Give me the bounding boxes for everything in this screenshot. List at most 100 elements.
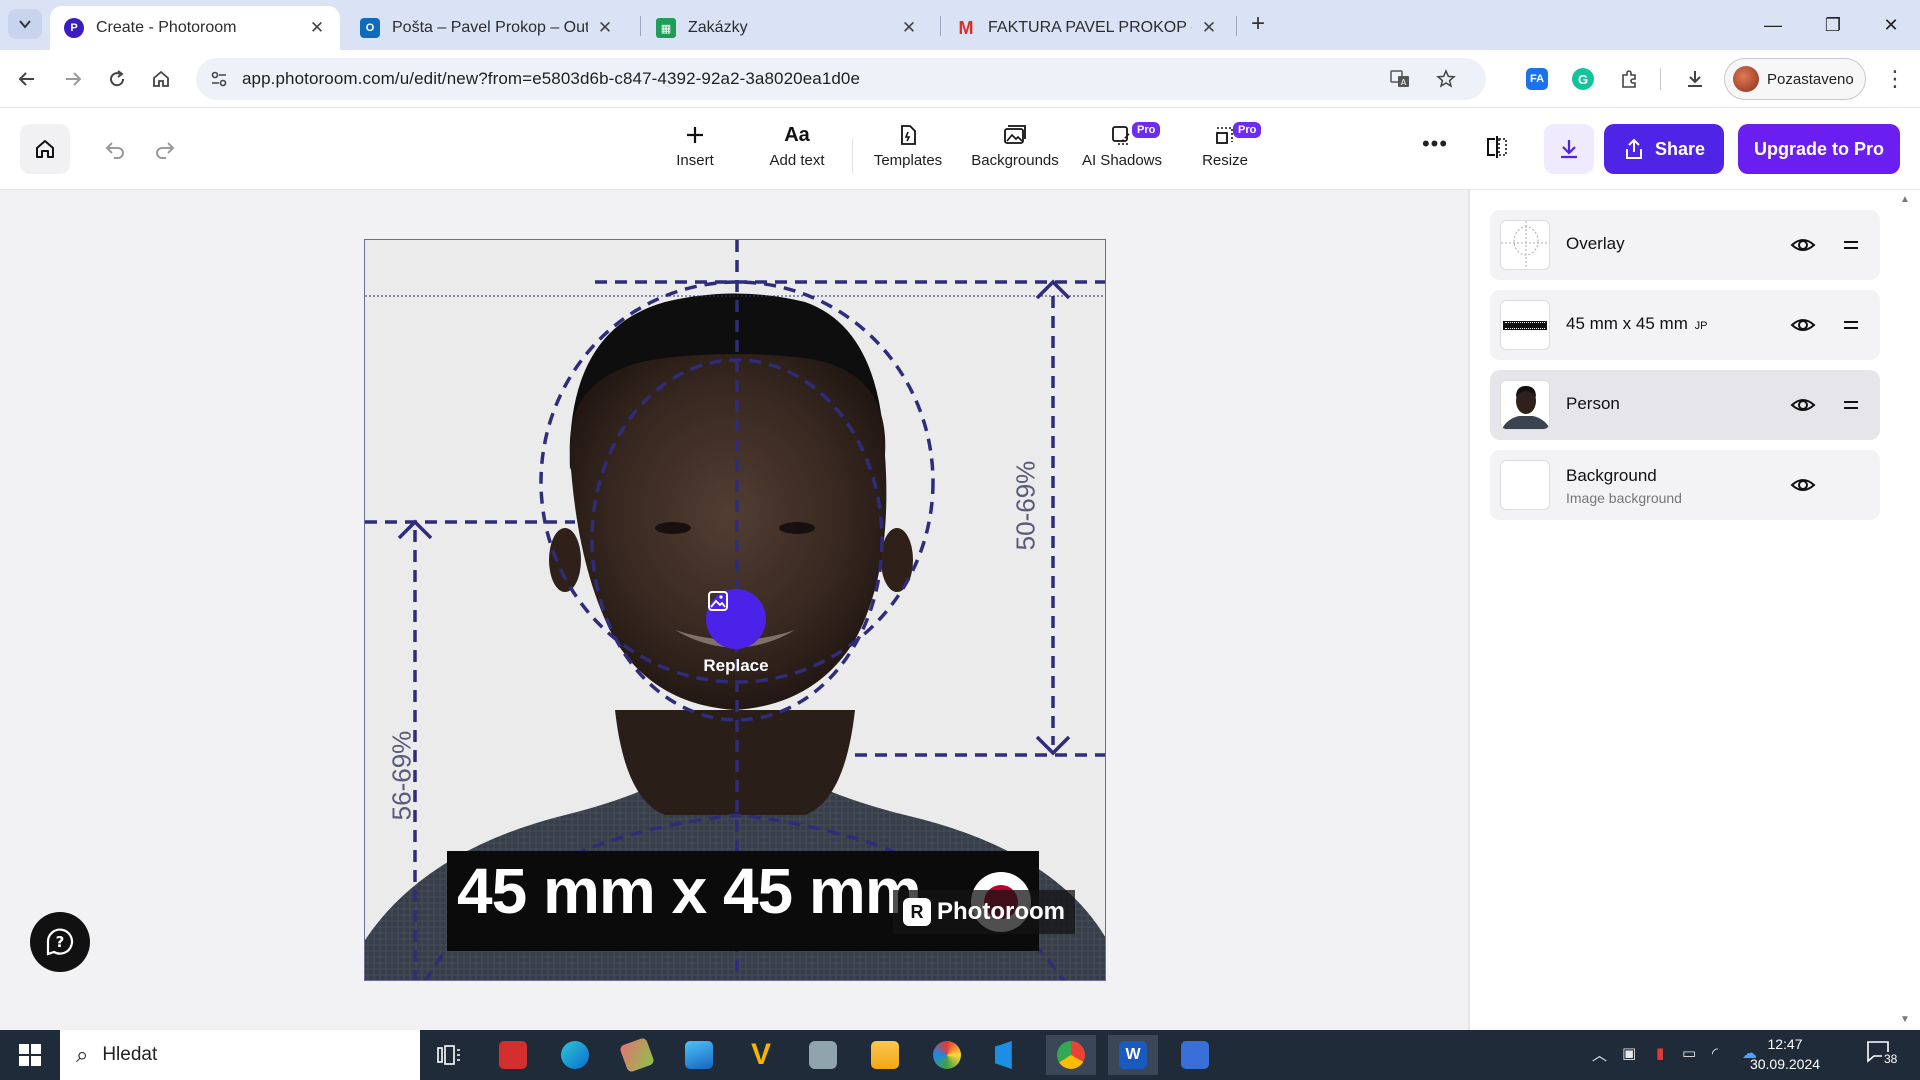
url-bar[interactable]: app.photoroom.com/u/edit/new?from=e5803d… <box>196 58 1486 100</box>
back-button[interactable] <box>12 64 42 94</box>
reload-button[interactable] <box>102 64 132 94</box>
extensions-button[interactable] <box>1614 64 1644 94</box>
drag-handle-icon[interactable] <box>1842 234 1860 256</box>
new-tab-button[interactable]: + <box>1244 10 1272 38</box>
taskbar-app-camera[interactable] <box>798 1035 848 1075</box>
chrome-icon <box>1057 1041 1085 1069</box>
undo-button[interactable] <box>98 132 132 166</box>
taskbar-app-calculator[interactable] <box>1170 1035 1220 1075</box>
photoroom-logo-icon: R <box>903 898 931 926</box>
search-icon: ⌕ <box>76 1042 89 1067</box>
forward-button[interactable] <box>58 64 88 94</box>
ai-shadows-tool[interactable]: AI Shadows Pro <box>1072 122 1172 178</box>
eye-icon[interactable] <box>1790 232 1816 258</box>
scroll-up-arrow[interactable]: ▲ <box>1900 194 1910 205</box>
drag-handle-icon[interactable] <box>1842 314 1860 336</box>
compare-button[interactable] <box>1484 134 1514 164</box>
taskbar-app-notes[interactable] <box>612 1035 662 1075</box>
taskbar-app-podcast[interactable] <box>488 1035 538 1075</box>
start-button[interactable] <box>0 1030 60 1080</box>
resize-label: Resize <box>1202 152 1248 169</box>
taskbar-search[interactable]: ⌕ Hledat <box>60 1030 420 1080</box>
bookmark-star-icon[interactable] <box>1436 69 1456 89</box>
close-tab-icon[interactable]: ✕ <box>900 18 918 38</box>
taskbar-app-paint[interactable] <box>922 1035 972 1075</box>
templates-tool[interactable]: Templates <box>858 122 958 178</box>
home-icon <box>153 70 169 87</box>
browser-tab-bar: P Create - Photoroom ✕ O Pošta – Pavel P… <box>0 0 1920 50</box>
task-view-button[interactable] <box>424 1035 474 1075</box>
close-tab-icon[interactable]: ✕ <box>596 18 614 38</box>
translate-icon[interactable]: A <box>1390 69 1410 89</box>
upgrade-button[interactable]: Upgrade to Pro <box>1738 124 1900 174</box>
add-text-tool[interactable]: Aa Add text <box>747 122 847 178</box>
taskbar-app-blue[interactable] <box>984 1035 1034 1075</box>
more-options-button[interactable]: ••• <box>1420 133 1450 164</box>
toolbar-divider <box>852 138 853 174</box>
person-thumb <box>1500 380 1550 430</box>
size-thumb <box>1500 300 1550 350</box>
close-tab-icon[interactable]: ✕ <box>1200 18 1218 38</box>
background-thumb <box>1500 460 1550 510</box>
tab-title: Zakázky <box>688 19 748 36</box>
tab-title: Create - Photoroom <box>96 19 237 36</box>
arrow-left-icon <box>18 72 34 86</box>
taskbar-app-explorer[interactable] <box>860 1035 910 1075</box>
clock[interactable]: 12:47 30.09.2024 <box>1740 1034 1830 1074</box>
pro-badge: Pro <box>1233 122 1262 138</box>
url-text: app.photoroom.com/u/edit/new?from=e5803d… <box>242 69 861 88</box>
scroll-down-arrow[interactable]: ▼ <box>1900 1014 1910 1025</box>
size-text[interactable]: 45 mm x 45 mm <box>457 854 922 928</box>
browser-menu-button[interactable]: ⋮ <box>1880 64 1910 94</box>
profile-button[interactable]: Pozastaveno <box>1724 58 1866 100</box>
resize-tool[interactable]: Resize Pro <box>1175 122 1275 178</box>
app-home-button[interactable] <box>20 124 70 174</box>
taskbar-app-chrome[interactable] <box>1046 1035 1096 1075</box>
eye-icon[interactable] <box>1790 312 1816 338</box>
minimize-button[interactable]: — <box>1750 10 1796 40</box>
taskbar-app-install[interactable] <box>674 1035 724 1075</box>
passport-photo-canvas[interactable]: 56-69% 50-69% 45 mm x 45 mm R Photoroom … <box>364 239 1106 981</box>
help-button[interactable]: ? <box>30 912 90 972</box>
eye-icon[interactable] <box>1790 472 1816 498</box>
tab-search-button[interactable] <box>8 9 42 39</box>
extension-fa-button[interactable]: FA <box>1522 64 1552 94</box>
grammarly-extension-button[interactable]: G <box>1568 64 1598 94</box>
site-settings-icon[interactable] <box>210 70 228 88</box>
eye-icon[interactable] <box>1790 392 1816 418</box>
tray-chevron-up-icon[interactable]: ︿ <box>1592 1044 1607 1065</box>
drag-handle-icon[interactable] <box>1842 394 1860 416</box>
ai-shadows-label: AI Shadows <box>1081 152 1163 169</box>
layer-person[interactable]: Person <box>1490 370 1880 440</box>
backgrounds-tool[interactable]: Backgrounds <box>965 122 1065 178</box>
tray-network-status-icon[interactable]: ▣ <box>1622 1044 1636 1062</box>
redo-button[interactable] <box>148 132 182 166</box>
download-button[interactable] <box>1544 124 1594 174</box>
restore-button[interactable]: ❐ <box>1810 10 1856 40</box>
insert-tool[interactable]: Insert <box>645 122 745 178</box>
tray-alert-icon[interactable]: ▮ <box>1656 1044 1664 1062</box>
taskbar-app-edge[interactable] <box>550 1035 600 1075</box>
plus-icon <box>685 122 705 148</box>
reload-icon <box>110 70 125 87</box>
layer-size-text[interactable]: 45 mm x 45 mm JP <box>1490 290 1880 360</box>
compare-icon <box>1487 136 1507 158</box>
layer-overlay[interactable]: Overlay <box>1490 210 1880 280</box>
replace-button[interactable] <box>706 589 766 649</box>
share-button[interactable]: Share <box>1604 124 1724 174</box>
tab-zakazky[interactable]: ▦ Zakázky ✕ <box>642 6 932 50</box>
taskbar-app-word[interactable]: W <box>1108 1035 1158 1075</box>
tab-gmail[interactable]: M FAKTURA PAVEL PROKOP - pav ✕ <box>942 6 1232 50</box>
taskbar-app-vivaldi[interactable]: V <box>736 1035 786 1075</box>
close-tab-icon[interactable]: ✕ <box>308 18 326 38</box>
svg-text:?: ? <box>56 933 65 951</box>
home-browser-button[interactable] <box>146 64 176 94</box>
layer-background[interactable]: Background Image background <box>1490 450 1880 520</box>
tab-outlook[interactable]: O Pošta – Pavel Prokop – Outlook ✕ <box>346 6 628 50</box>
downloads-button[interactable] <box>1680 64 1710 94</box>
close-window-button[interactable]: ✕ <box>1868 10 1914 40</box>
wifi-icon[interactable]: ◜ <box>1712 1044 1718 1062</box>
notification-center-button[interactable]: 38 <box>1866 1040 1902 1070</box>
battery-icon[interactable]: ▭ <box>1682 1044 1696 1062</box>
tab-photoroom[interactable]: P Create - Photoroom ✕ <box>50 6 340 50</box>
